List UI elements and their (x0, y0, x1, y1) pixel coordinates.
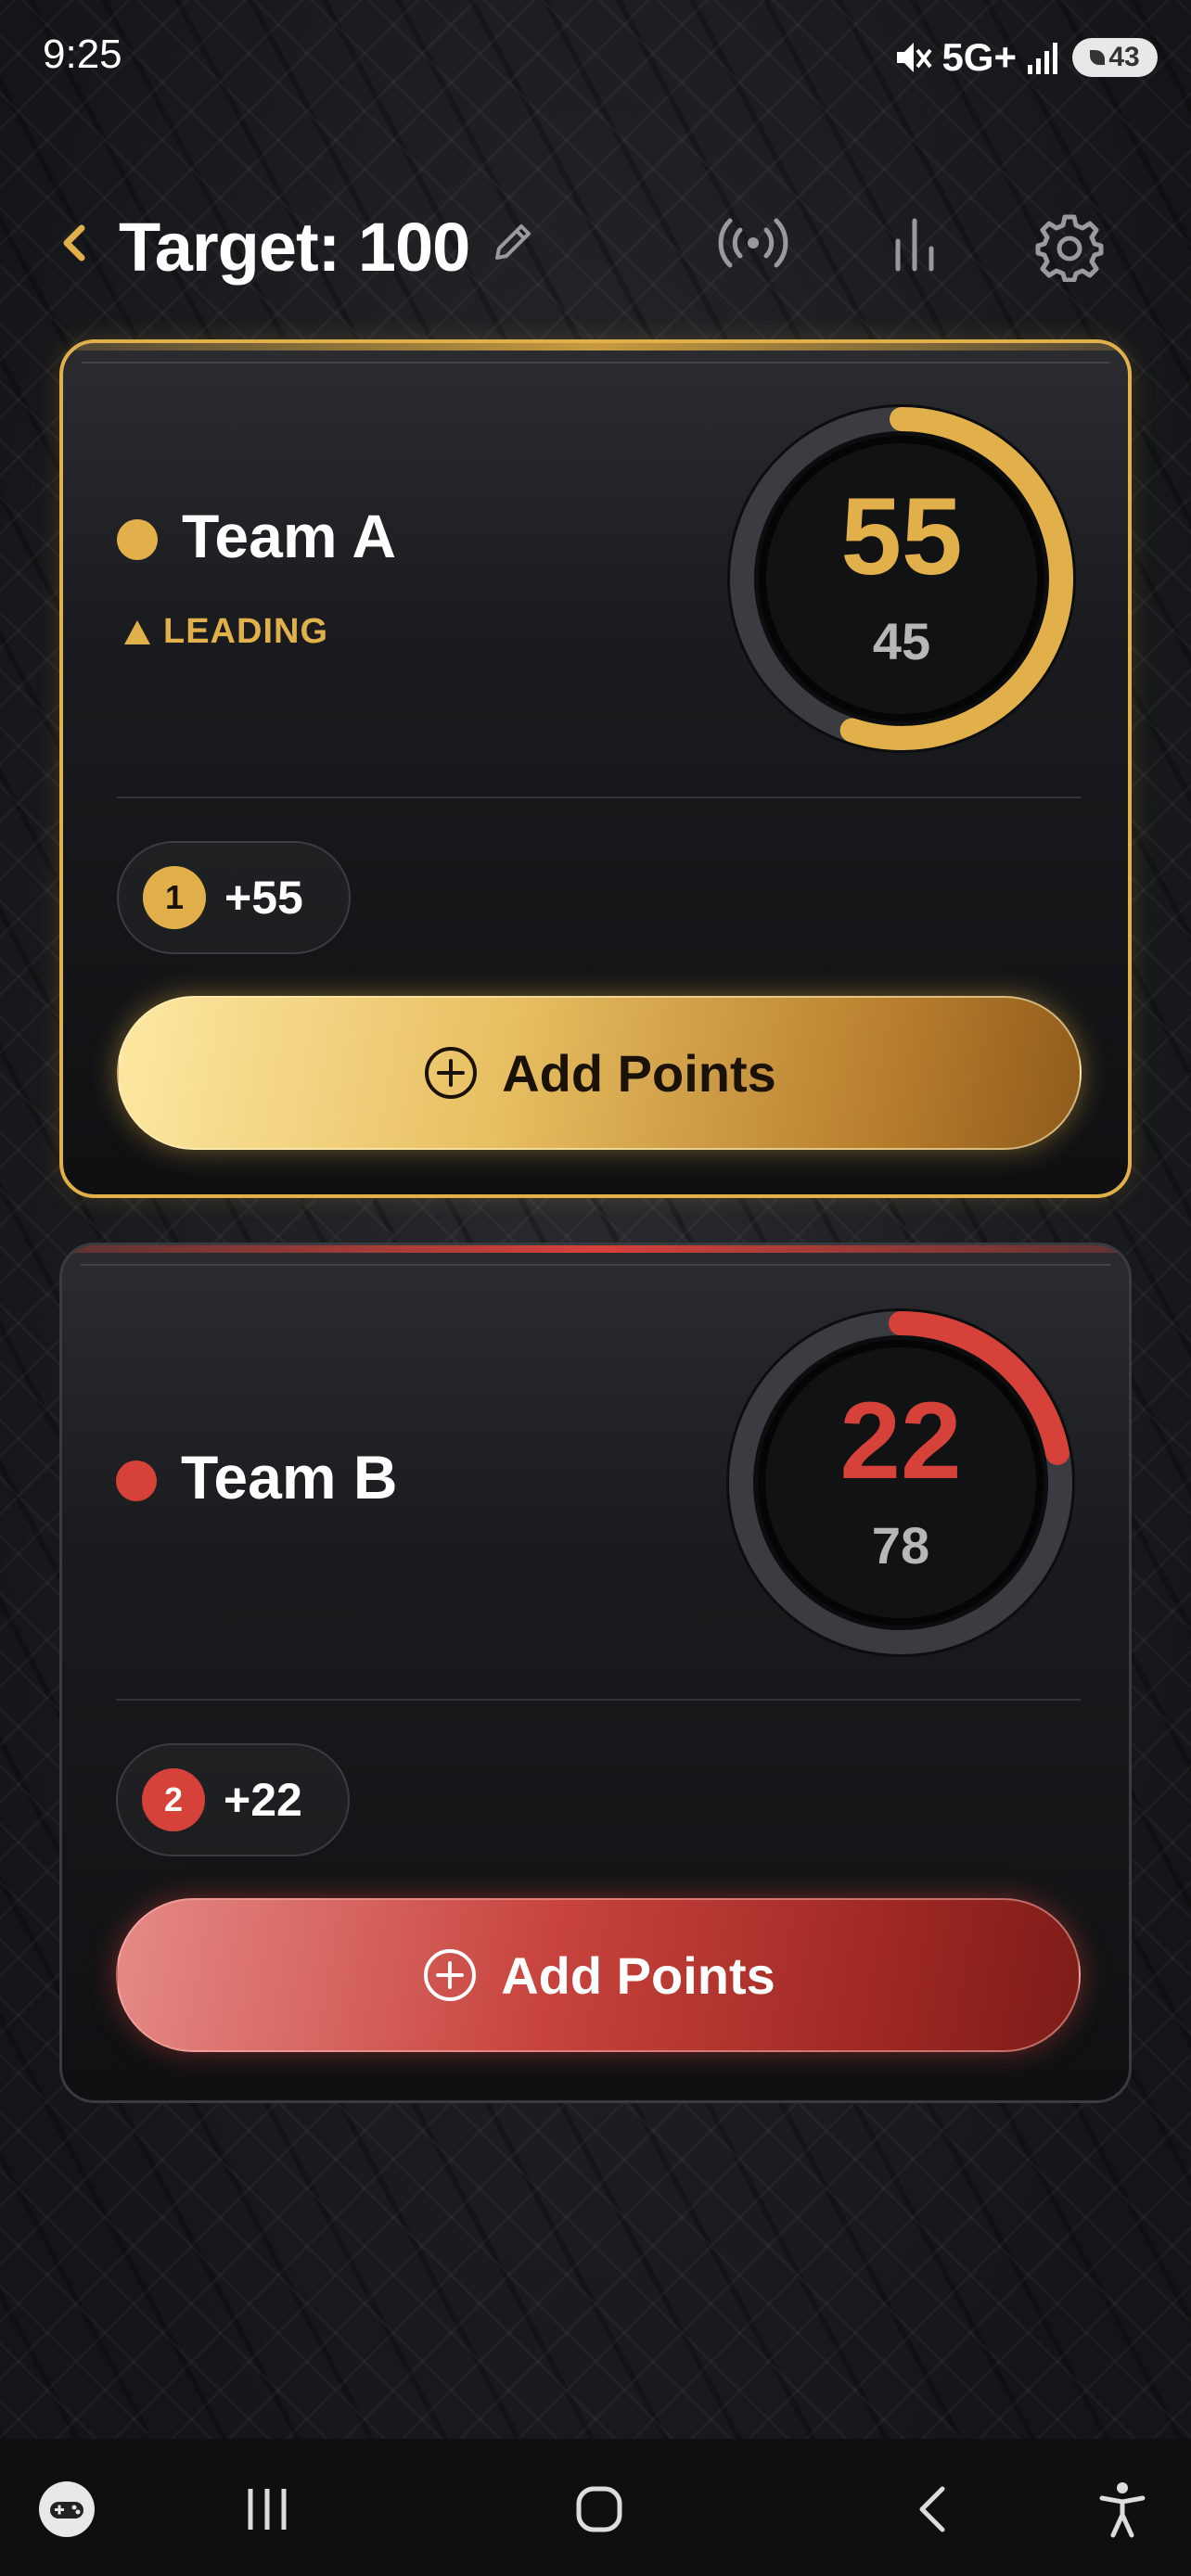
plus-circle-icon (424, 1949, 477, 2001)
status-bar: 9:25 5G+ 43 (0, 0, 1191, 111)
status-indicators: 5G+ 43 (891, 32, 1158, 83)
header: Target: 100 (0, 195, 1191, 297)
card-highlight (81, 1264, 1110, 1266)
system-nav-bar (0, 2439, 1191, 2576)
network-label: 5G+ (941, 35, 1017, 79)
round-points: +55 (224, 872, 303, 924)
team-card-b: Team B 22 78 2 +22 Add Points (59, 1243, 1132, 2103)
team-color-dot (117, 519, 158, 560)
round-number-badge: 1 (143, 866, 206, 929)
game-launcher-icon[interactable] (33, 2476, 100, 2543)
leading-label: LEADING (163, 612, 328, 651)
team-color-dot (116, 1460, 157, 1501)
card-accent-line (62, 1245, 1129, 1253)
gear-icon[interactable] (1034, 211, 1105, 283)
home-icon[interactable] (566, 2476, 633, 2543)
team-name[interactable]: Team B (181, 1442, 398, 1512)
status-time: 9:25 (43, 32, 122, 77)
target-title[interactable]: Target: 100 (119, 208, 470, 287)
card-divider (117, 797, 1082, 798)
mute-icon (891, 37, 933, 78)
team-score: 22 (839, 1380, 962, 1502)
points-remaining: 78 (871, 1516, 930, 1575)
leading-badge: LEADING (124, 612, 328, 652)
accessibility-icon[interactable] (1089, 2476, 1156, 2543)
round-number-badge: 2 (142, 1768, 205, 1831)
broadcast-icon[interactable] (718, 213, 788, 273)
add-points-label: Add Points (501, 1945, 775, 2005)
leading-up-icon (124, 619, 150, 644)
add-points-button[interactable]: Add Points (116, 1898, 1081, 2052)
battery-level: 43 (1108, 42, 1140, 72)
battery-indicator: 43 (1072, 38, 1158, 77)
team-name[interactable]: Team A (182, 501, 396, 571)
team-score: 55 (840, 476, 963, 598)
card-accent-line (63, 343, 1128, 351)
round-points: +22 (224, 1774, 302, 1826)
card-divider (116, 1699, 1081, 1701)
round-history-chip[interactable]: 2 +22 (116, 1743, 350, 1856)
score-ring: 22 78 (723, 1305, 1079, 1661)
edit-pencil-icon[interactable] (488, 219, 536, 267)
signal-icon (1026, 39, 1063, 76)
add-points-label: Add Points (502, 1043, 776, 1103)
team-card-a: Team A LEADING 55 45 1 +55 Add Points (59, 339, 1132, 1198)
score-ring: 55 45 (724, 401, 1080, 757)
back-chevron-icon[interactable] (54, 215, 91, 271)
points-remaining: 45 (872, 612, 931, 670)
back-nav-icon[interactable] (900, 2476, 967, 2543)
battery-saver-icon (1090, 50, 1106, 65)
card-highlight (82, 362, 1109, 363)
plus-circle-icon (425, 1047, 478, 1099)
round-history-chip[interactable]: 1 +55 (117, 841, 351, 954)
recent-apps-icon[interactable] (234, 2476, 301, 2543)
stats-icon[interactable] (889, 213, 941, 273)
add-points-button[interactable]: Add Points (117, 996, 1082, 1150)
